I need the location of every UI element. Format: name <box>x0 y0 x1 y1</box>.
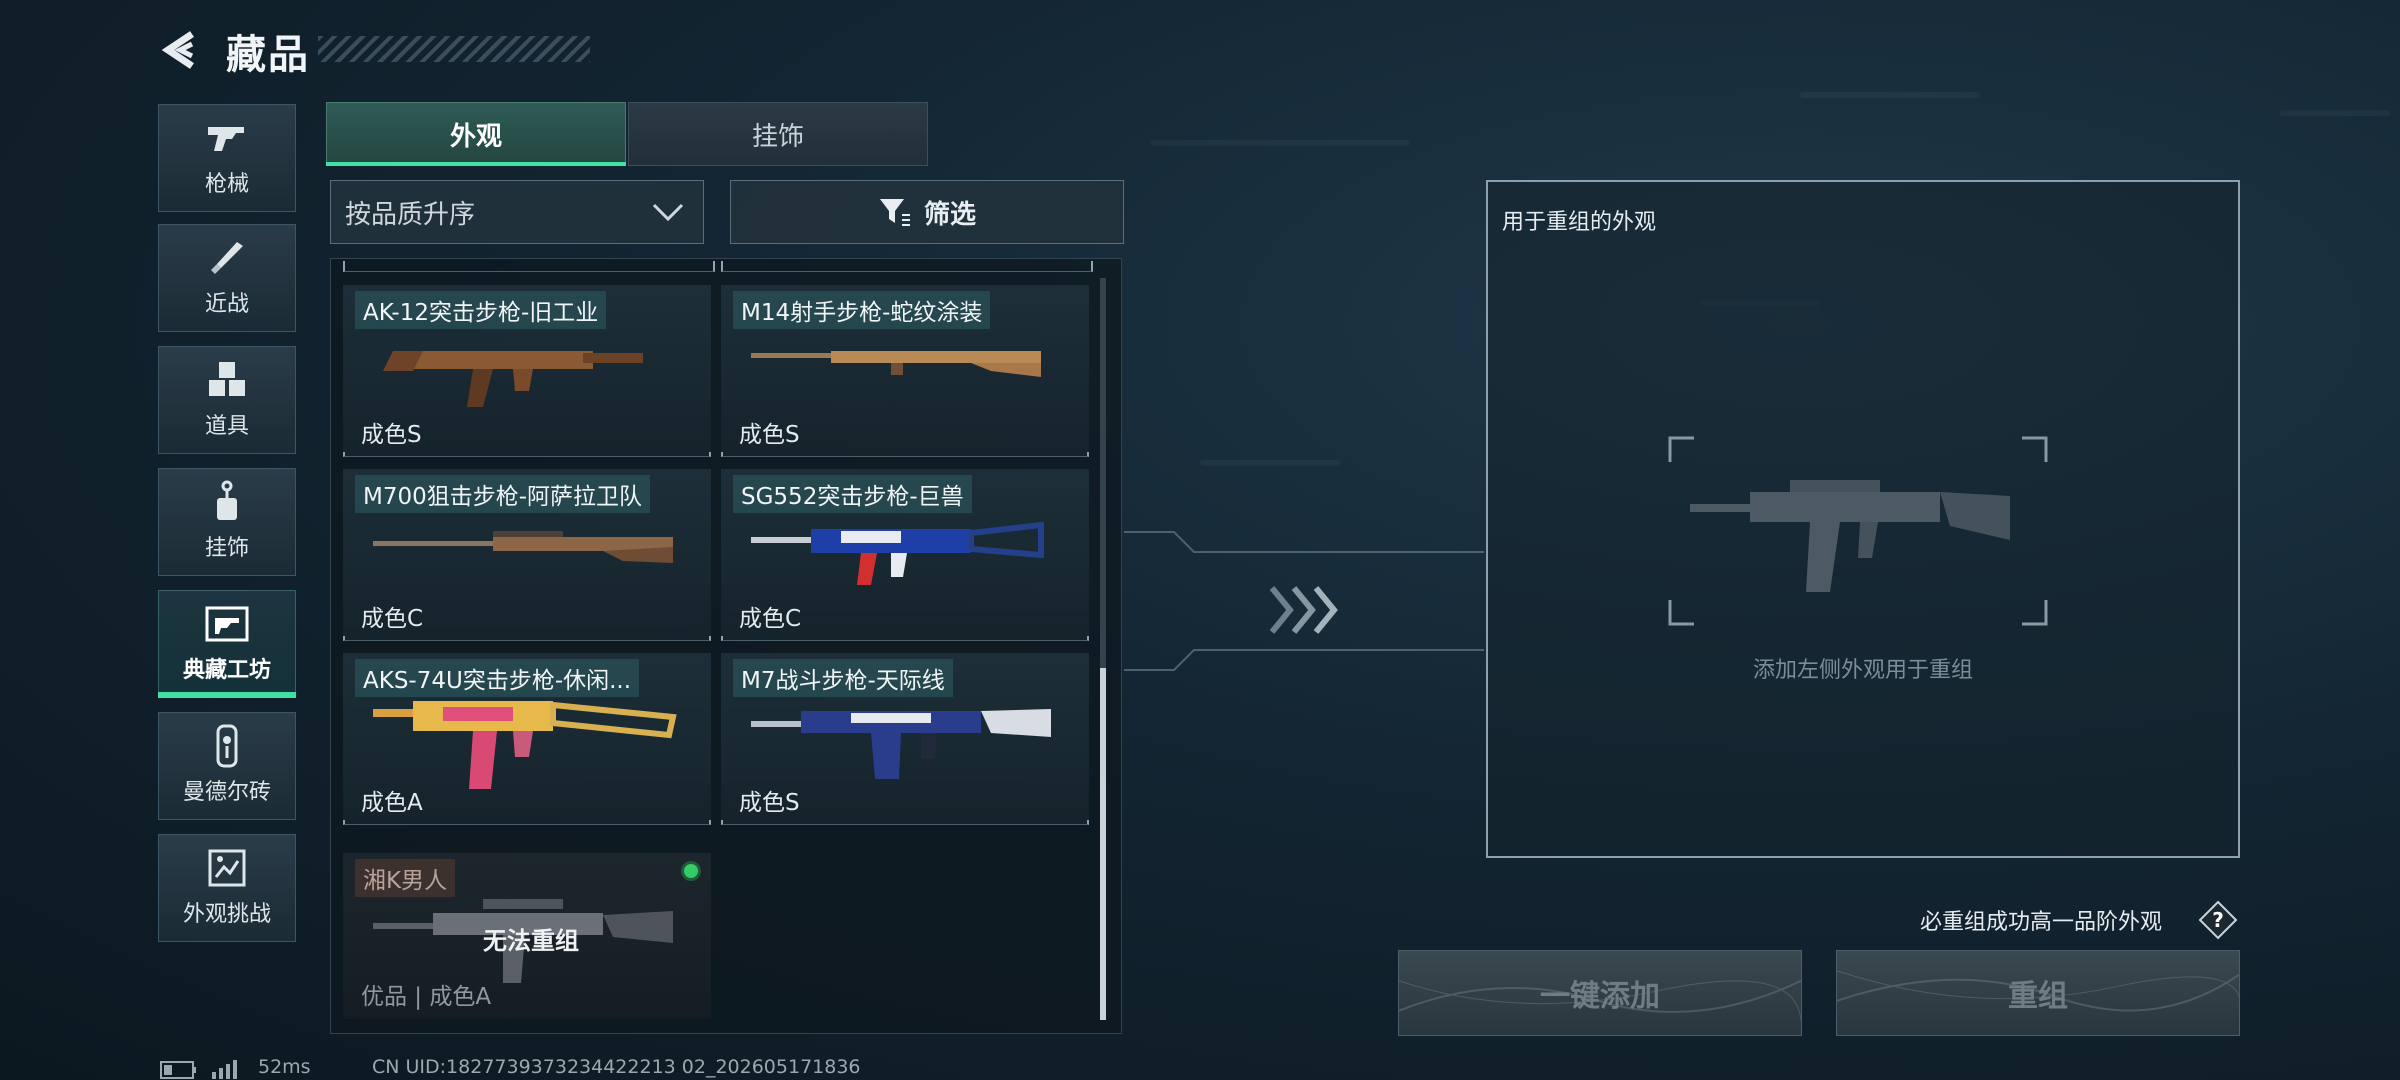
sidebar-item-pendants[interactable]: 挂饰 <box>158 468 296 576</box>
skin-grade: 优品 | 成色A <box>361 984 492 1010</box>
rifle-image <box>383 351 643 407</box>
rifle-image <box>751 351 1041 377</box>
sidebar-item-skin-challenge[interactable]: 外观挑战 <box>158 834 296 942</box>
svg-text:?: ? <box>2212 908 2224 932</box>
sidebar-item-label: 曼德尔砖 <box>182 780 271 805</box>
skin-list[interactable]: AK-12突击步枪-旧工业 成色S M14射手步枪-蛇纹涂装 成色S M700狙… <box>330 258 1122 1034</box>
title-decoration <box>318 36 590 62</box>
filter-button[interactable]: 筛选 <box>730 180 1124 244</box>
skin-name: M7战斗步枪-天际线 <box>733 659 953 697</box>
page-title: 藏品 <box>226 32 310 78</box>
skin-card[interactable]: M14射手步枪-蛇纹涂装 成色S <box>721 285 1089 457</box>
scrollbar-thumb[interactable] <box>1100 668 1106 1020</box>
sort-dropdown[interactable]: 按品质升序 <box>330 180 704 244</box>
guarantee-text: 必重组成功高一品阶外观 <box>1920 910 2163 935</box>
filter-icon <box>879 199 910 226</box>
skin-name: AK-12突击步枪-旧工业 <box>355 291 607 329</box>
active-indicator <box>158 692 296 698</box>
workshop-icon <box>205 604 249 644</box>
knife-icon <box>205 238 249 278</box>
skin-card[interactable]: SG552突击步枪-巨兽 成色C <box>721 469 1089 641</box>
skin-card[interactable]: M7战斗步枪-天际线 成色S <box>721 653 1089 825</box>
skin-name: 湘K男人 <box>355 859 456 897</box>
rifle-image <box>373 701 677 789</box>
equipped-indicator <box>681 861 701 881</box>
tab-active-underline <box>326 162 626 166</box>
sidebar-item-label: 枪械 <box>204 172 249 197</box>
gun-icon <box>205 118 249 158</box>
sidebar-item-label: 典藏工坊 <box>182 658 271 683</box>
skin-name: M700狙击步枪-阿萨拉卫队 <box>355 475 651 513</box>
skin-card[interactable]: AK-12突击步枪-旧工业 成色S <box>343 285 711 457</box>
card-divider <box>343 636 711 641</box>
sidebar-item-melee[interactable]: 近战 <box>158 224 296 332</box>
skin-name: SG552突击步枪-巨兽 <box>733 475 972 513</box>
ping-readout: 52ms <box>258 1056 311 1078</box>
card-divider <box>721 452 1089 457</box>
uid-readout: CN UID:1827739373234422213 02_2026051718… <box>372 1056 861 1078</box>
reassembly-hint: 添加左侧外观用于重组 <box>1752 658 1973 683</box>
pendant-icon <box>205 480 249 522</box>
reassemble-button[interactable]: 重组 <box>1836 950 2240 1036</box>
skin-grade: 成色S <box>361 422 422 448</box>
skin-card[interactable]: AKS-74U突击步枪-休闲... 成色A <box>343 653 711 825</box>
battery-signal-icon <box>160 1060 237 1079</box>
help-icon[interactable]: ? <box>2198 900 2238 940</box>
brick-icon <box>205 724 249 768</box>
card-edge <box>343 261 715 272</box>
reassembly-title: 用于重组的外观 <box>1502 210 1657 235</box>
one-click-add-button[interactable]: 一键添加 <box>1398 950 1802 1036</box>
skin-name: M14射手步枪-蛇纹涂装 <box>733 291 991 329</box>
sidebar-item-items[interactable]: 道具 <box>158 346 296 454</box>
card-divider <box>721 636 1089 641</box>
card-divider <box>721 820 1089 825</box>
sidebar-item-label: 道具 <box>204 414 249 439</box>
skin-grade: 成色C <box>739 606 802 632</box>
sort-label: 按品质升序 <box>345 199 476 230</box>
cubes-icon <box>205 360 249 400</box>
chevrons-right-icon <box>1269 586 1338 634</box>
tab-appearance[interactable]: 外观 <box>326 102 626 166</box>
skin-card[interactable]: M700狙击步枪-阿萨拉卫队 成色C <box>343 469 711 641</box>
rifle-placeholder-icon <box>1690 480 2010 592</box>
skin-grade: 成色C <box>361 606 424 632</box>
sidebar-item-mandel-brick[interactable]: 曼德尔砖 <box>158 712 296 820</box>
tab-pendant[interactable]: 挂饰 <box>628 102 928 166</box>
card-edge <box>721 261 1093 272</box>
sidebar-item-guns[interactable]: 枪械 <box>158 104 296 212</box>
button-label: 重组 <box>2008 979 2068 1014</box>
sidebar-item-label: 外观挑战 <box>182 902 271 927</box>
skin-name: AKS-74U突击步枪-休闲... <box>355 659 640 697</box>
rifle-image <box>751 709 1051 779</box>
back-arrow-icon[interactable] <box>158 28 202 72</box>
challenge-icon <box>205 848 249 888</box>
cannot-reassemble-label: 无法重组 <box>483 927 579 955</box>
card-divider <box>343 820 711 825</box>
skin-grade: 成色S <box>739 790 800 816</box>
card-divider <box>343 452 711 457</box>
sidebar-item-label: 挂饰 <box>204 536 249 561</box>
skin-card-disabled[interactable]: 湘K男人 无法重组 优品 | 成色A <box>343 853 711 1019</box>
button-label: 一键添加 <box>1540 979 1660 1014</box>
rifle-image <box>373 531 673 563</box>
sidebar-item-workshop[interactable]: 典藏工坊 <box>158 590 296 698</box>
rifle-image <box>751 521 1044 585</box>
skin-grade: 成色A <box>361 790 423 816</box>
sidebar-item-label: 近战 <box>204 292 249 317</box>
filter-label: 筛选 <box>923 199 976 230</box>
skin-grade: 成色S <box>739 422 800 448</box>
chevron-down-icon <box>652 203 684 222</box>
